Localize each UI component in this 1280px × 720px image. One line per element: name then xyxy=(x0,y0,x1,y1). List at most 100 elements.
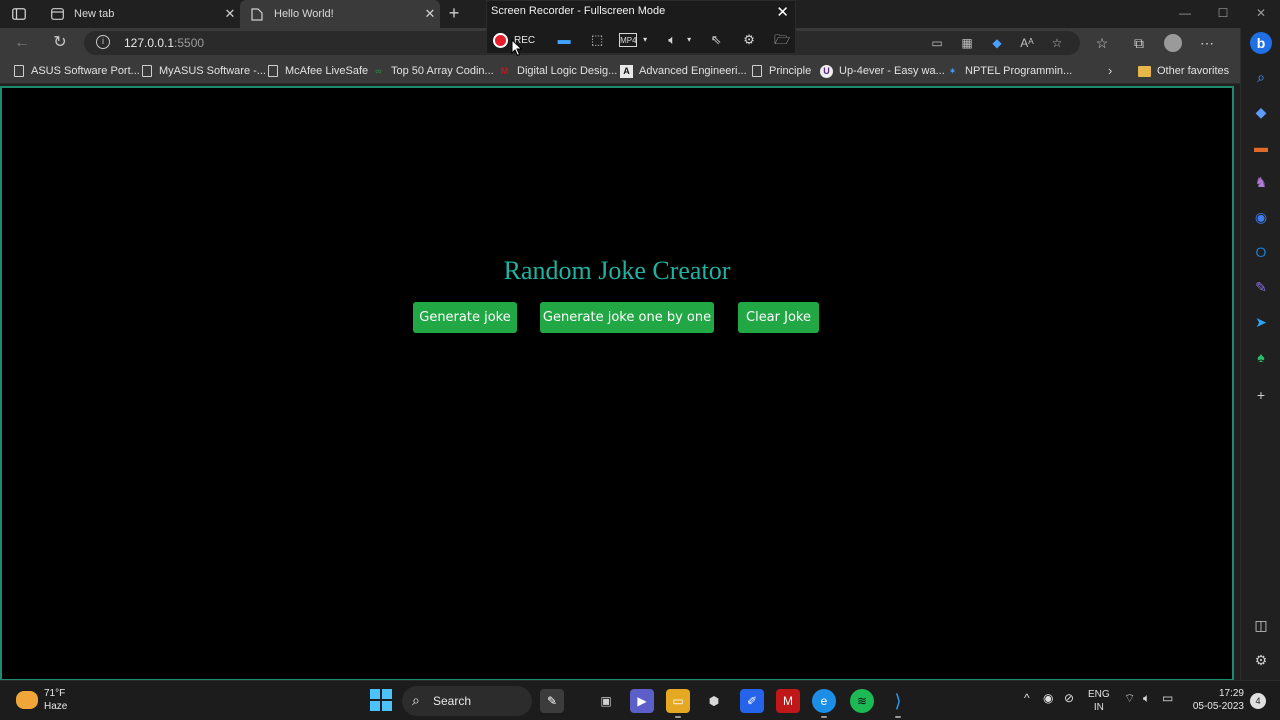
maximize-icon[interactable]: ☐ xyxy=(1204,0,1242,28)
format-icon[interactable]: MP4 xyxy=(619,33,638,47)
tree-icon[interactable]: ♠ xyxy=(1250,346,1272,368)
language-code: ENG xyxy=(1088,689,1110,700)
bookmark-item[interactable]: McAfee LiveSafe xyxy=(266,63,368,79)
doc-icon xyxy=(750,65,763,78)
monitor-icon[interactable]: ▬ xyxy=(553,30,575,50)
omnibox-icons: ▭ ▦ ◆ Aᴬ ☆ xyxy=(928,35,1066,51)
bookmark-label: McAfee LiveSafe xyxy=(285,65,369,77)
battery-icon[interactable]: ▭ xyxy=(1162,691,1173,705)
add-favorite-icon[interactable]: ☆ xyxy=(1048,35,1066,51)
open-folder-icon[interactable]: 🗁︎ xyxy=(771,30,793,50)
back-icon[interactable]: ← xyxy=(10,32,34,54)
nptel-icon: ✶ xyxy=(948,65,957,76)
tools-icon[interactable]: ▬ xyxy=(1250,136,1272,158)
tray-overflow-icon[interactable]: ^ xyxy=(1024,691,1030,705)
page-viewport: Random Joke Creator Generate joke Genera… xyxy=(0,86,1234,681)
folder-icon xyxy=(1138,65,1151,78)
audio-icon[interactable]: 🔈︎ xyxy=(661,30,683,50)
app-cube-icon[interactable]: ⬢ xyxy=(702,689,726,713)
bookmark-item[interactable]: ASUS Software Port... xyxy=(12,63,140,79)
bookmark-item[interactable]: U Up-4ever - Easy wa... xyxy=(820,63,945,79)
draw-app-icon[interactable]: ✐ xyxy=(740,689,764,713)
bookmark-label: Advanced Engineeri... xyxy=(639,65,747,77)
info-icon[interactable]: i xyxy=(96,35,110,49)
search-icon: ⌕ xyxy=(412,692,420,708)
mcafee-icon[interactable]: M xyxy=(776,689,800,713)
weather-icon xyxy=(16,691,38,709)
add-icon[interactable]: + xyxy=(1250,384,1272,406)
notification-badge[interactable]: 4 xyxy=(1250,693,1266,709)
browser-tools: ☆ ⧉ ⋯ xyxy=(1090,32,1219,54)
tab-new-tab[interactable]: New tab ✕ xyxy=(40,0,240,28)
region-select-icon[interactable]: ⬚ xyxy=(586,30,608,50)
designer-icon[interactable]: ✎ xyxy=(1250,276,1272,298)
close-tab-icon[interactable]: ✕ xyxy=(420,6,440,22)
wifi-icon[interactable]: ⌔ xyxy=(1124,691,1135,706)
telegram-icon[interactable]: ➤ xyxy=(1250,311,1272,333)
collections-icon[interactable]: ⧉ xyxy=(1127,32,1151,54)
new-tab-button[interactable]: + xyxy=(444,3,464,23)
close-window-icon[interactable]: ✕ xyxy=(1242,0,1280,28)
extensions-grid-icon[interactable]: ▦ xyxy=(958,35,976,51)
active-indicator xyxy=(821,716,827,718)
bookmark-item[interactable]: M Digital Logic Desig... xyxy=(498,63,618,79)
close-tab-icon[interactable]: ✕ xyxy=(220,6,240,22)
clear-joke-button[interactable]: Clear Joke xyxy=(738,302,819,333)
other-favorites[interactable]: Other favorites xyxy=(1138,63,1229,79)
taskbar-search[interactable]: ⌕ Search xyxy=(402,686,532,716)
bookmark-label: Principle xyxy=(769,65,812,77)
close-icon[interactable]: ✕ xyxy=(776,3,789,21)
sidebar-toggle-icon[interactable]: ◫ xyxy=(1250,614,1272,636)
cursor-icon[interactable]: ⇖ xyxy=(705,30,727,50)
settings-gear-icon[interactable]: ⚙ xyxy=(738,30,760,50)
system-clock[interactable]: 17:29 05-05-2023 xyxy=(1186,687,1244,713)
microsoft-365-icon[interactable]: ◉ xyxy=(1250,206,1272,228)
spotify-icon[interactable]: ≋ xyxy=(850,689,874,713)
new-tab-icon xyxy=(50,7,64,21)
tab-hello-world[interactable]: Hello World! ✕ xyxy=(240,0,440,28)
weather-widget[interactable]: 71°F Haze xyxy=(16,687,67,713)
format-dropdown-icon[interactable]: ▾ xyxy=(641,30,649,50)
bookmark-item[interactable]: MyASUS Software -... xyxy=(140,63,266,79)
window-controls: — ☐ ✕ xyxy=(1166,0,1280,28)
refresh-icon[interactable]: ↻ xyxy=(48,32,72,54)
tray-camera-off-icon[interactable]: ⊘ xyxy=(1064,691,1074,705)
generate-joke-button[interactable]: Generate joke xyxy=(413,302,517,333)
bookmark-item[interactable]: A Advanced Engineeri... xyxy=(620,63,747,79)
outlook-icon[interactable]: O xyxy=(1250,241,1272,263)
windows-start-icon[interactable] xyxy=(370,689,392,711)
widgets-icon[interactable]: ✎ xyxy=(540,689,564,713)
more-menu-icon[interactable]: ⋯ xyxy=(1195,32,1219,54)
minimize-icon[interactable]: — xyxy=(1166,0,1204,28)
tab-actions-icon[interactable] xyxy=(8,4,30,24)
profile-avatar[interactable] xyxy=(1164,34,1182,52)
bookmark-item[interactable]: ∞ Top 50 Array Codin... xyxy=(372,63,493,79)
bookmark-item[interactable]: ✶ NPTEL Programmin... xyxy=(946,63,1072,79)
tray-record-icon[interactable]: ◉ xyxy=(1043,691,1053,705)
search-icon[interactable]: ⌕ xyxy=(1250,66,1272,88)
shopping-tag-icon[interactable]: ◆ xyxy=(1250,101,1272,123)
clock-time: 17:29 xyxy=(1218,688,1244,699)
settings-icon[interactable]: ⚙ xyxy=(1250,649,1272,671)
region-code: IN xyxy=(1093,702,1104,713)
bookmark-label: MyASUS Software -... xyxy=(159,65,266,77)
favorites-icon[interactable]: ☆ xyxy=(1090,32,1114,54)
weather-description: Haze xyxy=(44,701,68,712)
vscode-icon[interactable]: ⟩ xyxy=(886,689,910,713)
teams-icon[interactable]: ▶ xyxy=(630,689,654,713)
generate-joke-one-by-one-button[interactable]: Generate joke one by one xyxy=(540,302,714,333)
volume-icon[interactable]: 🔈︎ xyxy=(1143,691,1150,706)
coupon-tag-icon[interactable]: ◆ xyxy=(988,35,1006,51)
file-explorer-icon[interactable]: ▭ xyxy=(666,689,690,713)
read-aloud-icon[interactable]: Aᴬ xyxy=(1018,35,1036,51)
language-indicator[interactable]: ENG IN xyxy=(1088,688,1110,714)
task-view-icon[interactable]: ▣ xyxy=(594,689,618,713)
record-icon[interactable] xyxy=(493,32,508,48)
games-icon[interactable]: ♞ xyxy=(1250,171,1272,193)
audio-dropdown-icon[interactable]: ▾ xyxy=(685,30,693,50)
bookmark-item[interactable]: Principle xyxy=(750,63,811,79)
app-available-icon[interactable]: ▭ xyxy=(928,35,946,51)
chevron-right-icon[interactable]: › xyxy=(1108,63,1112,78)
edge-icon[interactable]: e xyxy=(812,689,836,713)
bing-chat-icon[interactable]: b xyxy=(1250,32,1272,54)
